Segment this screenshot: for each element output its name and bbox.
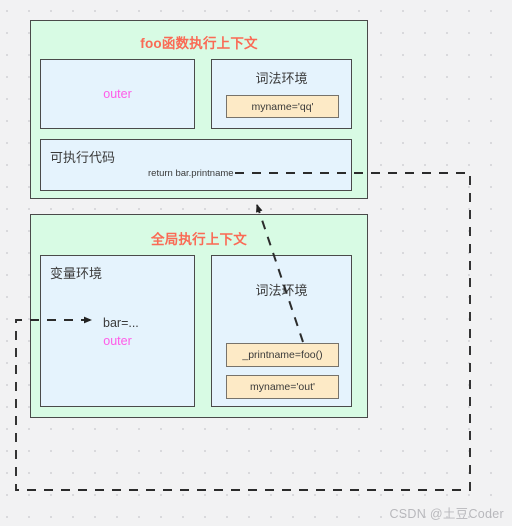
global-variable-scope-label: outer <box>103 334 132 348</box>
foo-lexical-environment-title: 词法环境 <box>255 71 308 86</box>
global-lexical-variable-myname: myname='out' <box>226 375 339 399</box>
foo-execution-context-title: foo函数执行上下文 <box>140 36 258 51</box>
global-lexical-variable-printname: _printname=foo() <box>226 343 339 367</box>
global-variable-environment-box: 变量环境 bar=... outer <box>40 255 195 407</box>
foo-execution-context-box: foo函数执行上下文 outer 词法环境 myname='qq' 可执行代码 … <box>30 20 368 199</box>
foo-outer-scope-label: outer <box>103 87 132 101</box>
csdn-watermark: CSDN @土豆Coder <box>389 507 504 521</box>
global-execution-context-title: 全局执行上下文 <box>151 232 247 247</box>
global-variable-environment-title: 变量环境 <box>50 266 103 281</box>
foo-executable-code-statement: return bar.printname <box>148 168 234 179</box>
global-lexical-environment-box: 词法环境 _printname=foo() myname='out' <box>211 255 352 407</box>
foo-outer-scope-box: outer <box>40 59 195 129</box>
foo-executable-code-box: 可执行代码 return bar.printname <box>40 139 352 191</box>
global-lexical-environment-title: 词法环境 <box>255 283 308 298</box>
global-execution-context-box: 全局执行上下文 变量环境 bar=... outer 词法环境 _printna… <box>30 214 368 418</box>
foo-lexical-environment-box: 词法环境 myname='qq' <box>211 59 352 129</box>
diagram-canvas: foo函数执行上下文 outer 词法环境 myname='qq' 可执行代码 … <box>0 0 512 526</box>
foo-executable-code-title: 可执行代码 <box>50 150 116 165</box>
foo-lexical-variable-myname: myname='qq' <box>226 95 339 118</box>
global-variable-binding-bar: bar=... <box>103 316 139 330</box>
